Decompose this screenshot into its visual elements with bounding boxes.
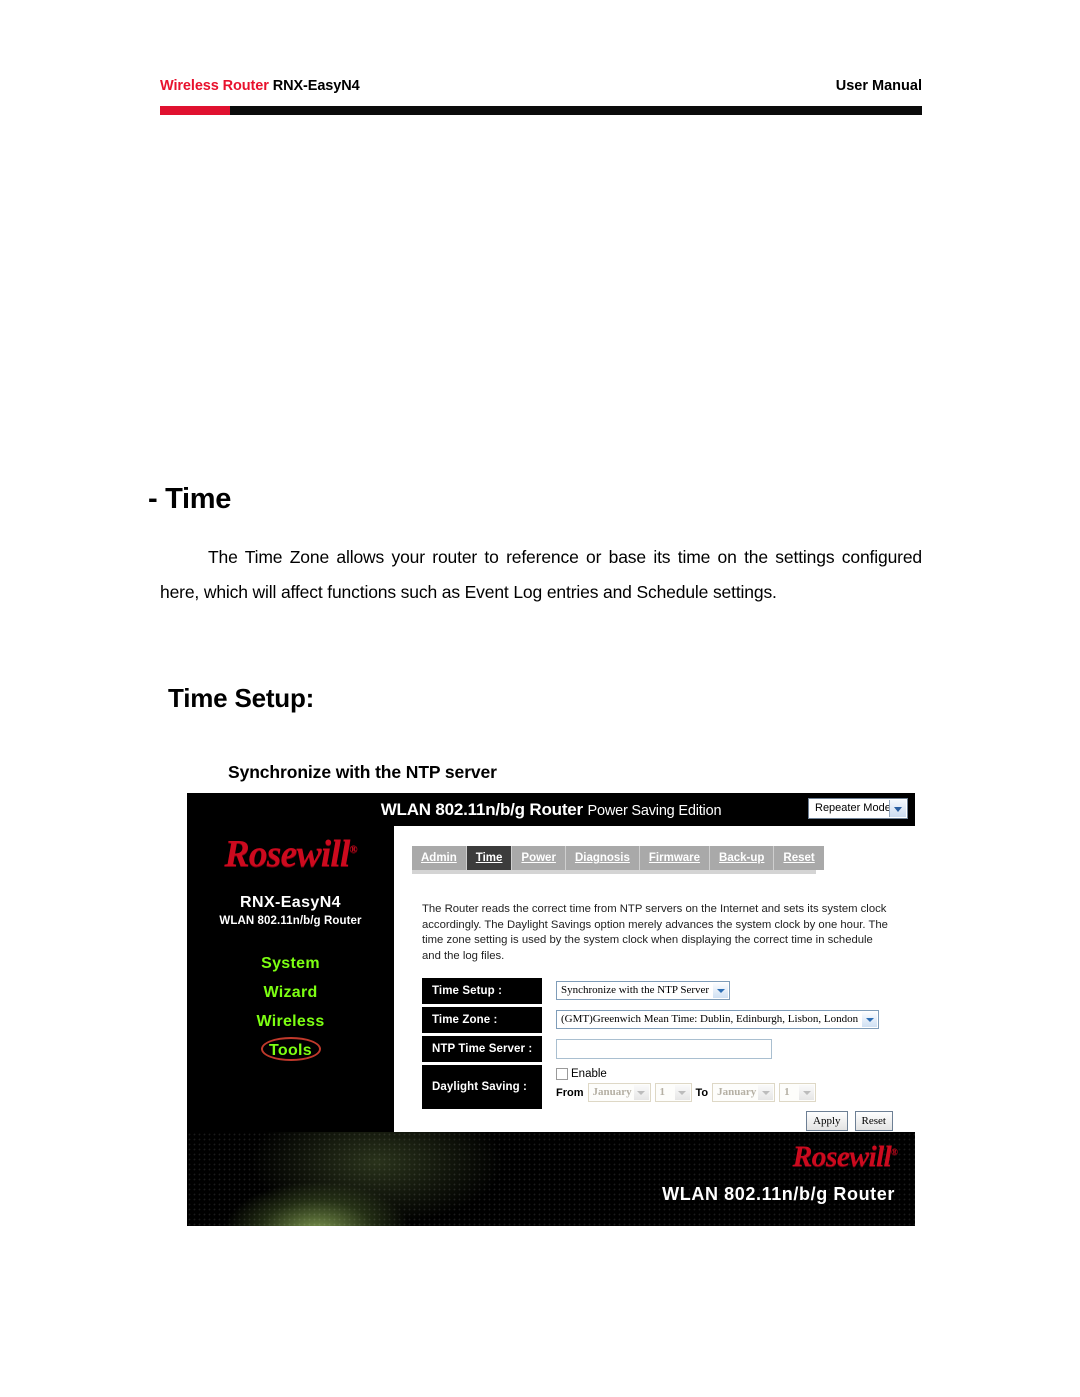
router-admin-screenshot: WLAN 802.11n/b/g Router Power Saving Edi… [187,793,915,1226]
label-time-setup: Time Setup : [422,978,542,1004]
mode-select-value: Repeater Mode [815,802,891,814]
tab-firmware[interactable]: Firmware [639,846,711,870]
chevron-down-icon [758,1085,774,1100]
time-zone-value: (GMT)Greenwich Mean Time: Dublin, Edinbu… [561,1013,859,1025]
daylight-to-month-select[interactable]: January [712,1083,776,1102]
tab-backup[interactable]: Back-up [710,846,775,870]
ntp-time-server-input[interactable] [556,1039,772,1059]
registered-mark-icon: ® [891,1147,898,1157]
daylight-to-month-value: January [717,1086,757,1098]
reset-button[interactable]: Reset [854,1111,893,1131]
footer-logo-text: Rosewill [792,1140,892,1173]
field-time-setup: Synchronize with the NTP Server [542,978,731,1000]
daylight-to-day-select[interactable]: 1 [779,1083,817,1102]
header-product-label: Wireless Router RNX-EasyN4 [160,78,360,94]
router-description: The Router reads the correct time from N… [422,903,888,962]
daylight-enable-label: Enable [571,1068,607,1080]
annotation-ellipse-tools [261,1037,321,1061]
router-footer-banner: Rosewill® WLAN 802.11n/b/g Router [187,1132,915,1226]
chevron-down-icon [889,800,906,817]
footer-product-text: WLAN 802.11n/b/g Router [662,1184,895,1204]
section-paragraph: The Time Zone allows your router to refe… [160,547,922,602]
tab-time[interactable]: Time [466,846,513,870]
header-rule-accent [160,106,230,115]
rosewill-logo: Rosewill® [187,832,394,876]
tab-power[interactable]: Power [512,846,566,870]
row-daylight-saving: Daylight Saving : Enable From January 1 [422,1065,892,1109]
header-rule [160,106,922,115]
router-title: WLAN 802.11n/b/g Router Power Saving Edi… [187,793,915,828]
header-doc-type: User Manual [835,78,922,94]
label-ntp-time-server: NTP Time Server : [422,1036,542,1062]
section-subtitle: Time Setup: [168,683,315,713]
header-product-type: Wireless Router [160,78,269,94]
daylight-from-day-value: 1 [659,1086,666,1098]
daylight-to-day-value: 1 [784,1086,790,1098]
chevron-down-icon [799,1085,815,1100]
router-title-main: WLAN 802.11n/b/g Router [380,800,583,819]
form-actions: Apply Reset [806,1111,893,1131]
footer-rosewill-logo: Rosewill® [792,1140,897,1174]
time-setup-select[interactable]: Synchronize with the NTP Server [556,981,731,1000]
chevron-down-icon [633,1085,649,1100]
daylight-range-group: From January 1 To January 1 [556,1083,817,1102]
chevron-down-icon [862,1012,878,1027]
sidebar-item-system[interactable]: System [187,955,394,973]
tab-admin[interactable]: Admin [412,846,467,870]
daylight-enable-checkbox[interactable] [556,1068,568,1080]
document-header: Wireless Router RNX-EasyN4 User Manual [160,78,922,100]
figure-caption: Synchronize with the NTP server [228,762,497,782]
chevron-down-icon [674,1085,690,1100]
sidebar-item-wireless[interactable]: Wireless [187,1013,394,1031]
daylight-to-label: To [695,1086,709,1099]
label-time-zone: Time Zone : [422,1007,542,1033]
daylight-from-month-select[interactable]: January [587,1083,651,1102]
rosewill-logo-text: Rosewill [224,833,350,875]
router-title-sub: Power Saving Edition [587,803,722,819]
daylight-from-label: From [556,1086,584,1099]
mode-select[interactable]: Repeater Mode [808,798,908,819]
tabbar-shadow [412,870,816,874]
label-daylight-saving: Daylight Saving : [422,1065,542,1109]
field-time-zone: (GMT)Greenwich Mean Time: Dublin, Edinbu… [542,1007,880,1029]
time-zone-select[interactable]: (GMT)Greenwich Mean Time: Dublin, Edinbu… [556,1010,880,1029]
router-tabbar: Admin Time Power Diagnosis Firmware Back… [412,846,824,870]
sidebar-model-sub: WLAN 802.11n/b/g Router [219,915,362,927]
time-setup-value: Synchronize with the NTP Server [561,984,710,996]
daylight-enable-group: Enable [556,1068,816,1080]
header-product-model: RNX-EasyN4 [272,78,360,94]
tab-reset[interactable]: Reset [774,846,824,870]
time-settings-form: Time Setup : Synchronize with the NTP Se… [422,978,892,1112]
row-time-zone: Time Zone : (GMT)Greenwich Mean Time: Du… [422,1007,892,1033]
field-daylight-saving: Enable From January 1 To January 1 [542,1065,817,1102]
tab-diagnosis[interactable]: Diagnosis [565,846,640,870]
page-title: - Time [148,483,232,515]
chevron-down-icon [713,983,729,998]
registered-mark-icon: ® [349,843,357,856]
field-ntp-time-server [542,1036,772,1059]
apply-button[interactable]: Apply [806,1111,848,1131]
daylight-from-month-value: January [592,1086,632,1098]
router-titlebar: WLAN 802.11n/b/g Router Power Saving Edi… [187,793,915,826]
daylight-from-day-select[interactable]: 1 [654,1083,692,1102]
sidebar-item-wizard[interactable]: Wizard [187,984,394,1002]
row-ntp-time-server: NTP Time Server : [422,1036,892,1062]
row-time-setup: Time Setup : Synchronize with the NTP Se… [422,978,892,1004]
sidebar-model-name: RNX-EasyN4 [240,894,341,911]
